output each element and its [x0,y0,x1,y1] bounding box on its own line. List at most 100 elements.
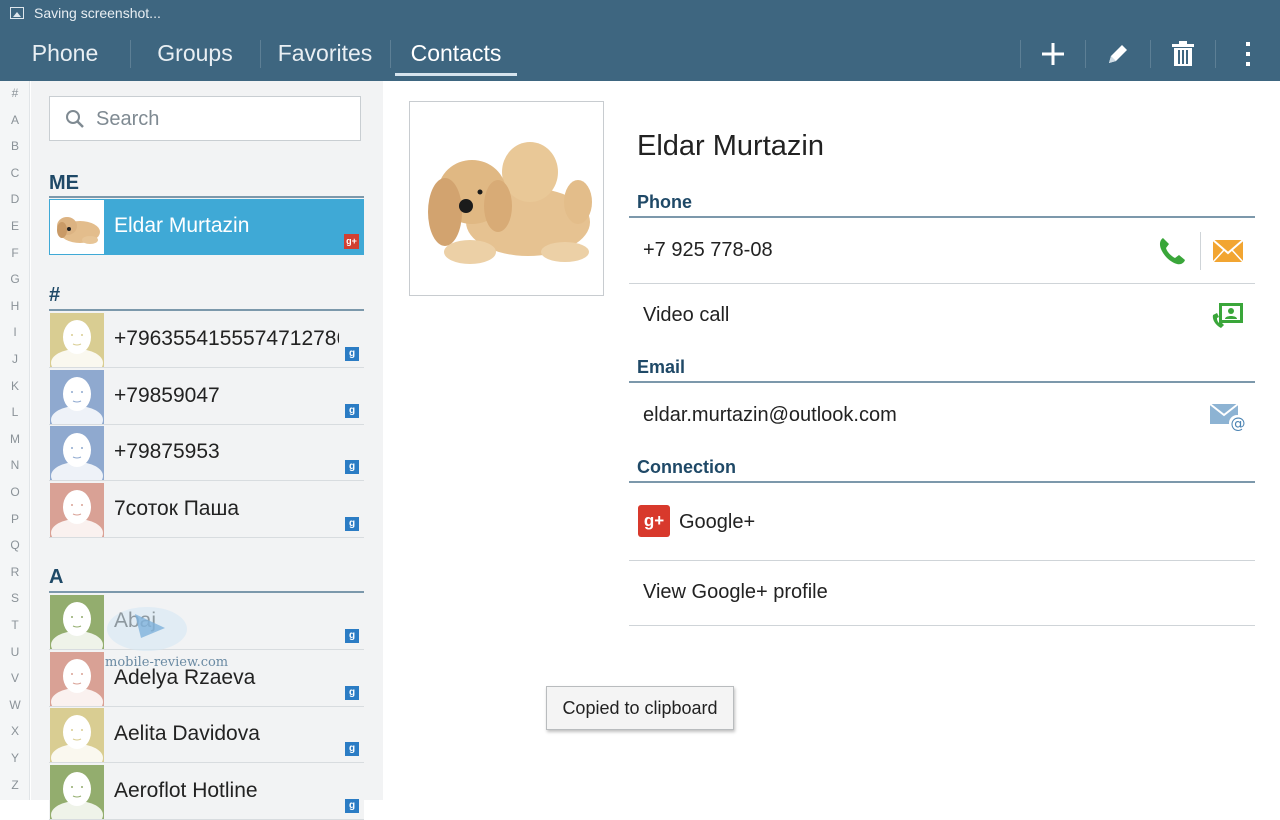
contact-name: +79875953 [114,440,220,463]
tab-divider [390,40,391,68]
alphabet-index-letter[interactable]: S [0,591,30,605]
google-badge-icon: g [345,629,359,643]
email-at-icon: @ [1209,403,1246,433]
screenshot-icon [10,7,24,19]
alphabet-index-letter[interactable]: I [0,325,30,339]
send-email-button[interactable]: @ [1207,397,1249,435]
contact-row[interactable]: 7соток Паша g [49,481,364,538]
email-row[interactable]: eldar.murtazin@outlook.com @ [629,383,1255,449]
alphabet-index-letter[interactable]: P [0,512,30,526]
video-call-button[interactable] [1209,298,1247,334]
contact-avatar [50,369,104,424]
alphabet-index-letter[interactable]: H [0,299,30,313]
tab-bar: Phone Groups Favorites Contacts [0,26,1280,81]
tab-divider [260,40,261,68]
tab-favorites[interactable]: Favorites [262,26,388,81]
google-badge-icon: g [345,685,359,700]
tab-contacts[interactable]: Contacts [395,26,517,81]
tab-phone[interactable]: Phone [0,26,130,81]
trash-icon [1172,40,1194,66]
plus-icon [1042,42,1064,65]
alphabet-index-letter[interactable]: R [0,565,30,579]
phone-number-row[interactable]: +7 925 778-08 [629,218,1255,284]
google-plus-icon: g+ [638,505,670,537]
overflow-menu-button[interactable] [1216,26,1280,81]
default-contact-avatar-icon [50,595,104,649]
section-header-a: A [49,566,64,588]
alphabet-index-letter[interactable]: Z [0,778,30,792]
section-header-hash: # [49,284,61,306]
email-address: eldar.murtazin@outlook.com [643,404,897,426]
alphabet-index-letter[interactable]: C [0,166,30,180]
alphabet-index-letter[interactable]: A [0,113,30,127]
contact-photo[interactable] [409,101,604,296]
puppy-photo-image [428,142,592,264]
contact-row[interactable]: +79859047 g [49,368,364,425]
alphabet-index-letter[interactable]: E [0,219,30,233]
alphabet-index-letter[interactable]: D [0,192,30,206]
alphabet-index-letter[interactable]: O [0,485,30,499]
alphabet-index-letter[interactable]: U [0,645,30,659]
status-text: Saving screenshot... [34,5,161,21]
google-badge-icon: g [345,347,359,361]
status-bar: Saving screenshot... [0,0,1280,26]
alphabet-index-letter[interactable]: Y [0,751,30,765]
default-contact-avatar-icon [50,369,104,424]
alphabet-index-letter[interactable]: # [0,86,30,100]
contact-avatar [50,651,104,706]
contact-row-selected[interactable]: Eldar Murtazin g+ [49,199,364,255]
default-contact-avatar-icon [50,426,104,480]
tab-groups[interactable]: Groups [131,26,259,81]
alphabet-index-letter[interactable]: X [0,724,30,738]
pencil-icon [1109,44,1127,63]
svg-text:@: @ [1231,415,1246,433]
alphabet-index-letter[interactable]: V [0,671,30,685]
call-button[interactable] [1153,232,1191,270]
contact-avatar [50,595,104,649]
edit-contact-button[interactable] [1086,26,1150,81]
alphabet-index-letter[interactable]: W [0,698,30,712]
contact-avatar [50,313,104,367]
google-badge-icon: g [345,516,359,531]
contact-avatar [50,482,104,537]
message-button[interactable] [1209,232,1247,270]
puppy-avatar-image [57,217,100,244]
video-call-row[interactable]: Video call [629,284,1255,348]
contact-row[interactable]: Abajg [49,594,364,650]
contact-name: 7соток Паша [114,496,240,520]
action-divider [1200,232,1201,270]
default-contact-avatar-icon [50,482,104,537]
alphabet-index-letter[interactable]: G [0,272,30,286]
contact-row[interactable]: +79875953 g [49,425,364,481]
alphabet-index-letter[interactable]: K [0,379,30,393]
phone-section-header: Phone [637,192,693,212]
alphabet-index-letter[interactable]: M [0,432,30,446]
alphabet-index-letter[interactable]: L [0,405,30,419]
contact-name: Aelita Davidova [114,722,260,745]
default-contact-avatar-icon [50,708,104,762]
alphabet-index-letter[interactable]: N [0,458,30,472]
contact-row[interactable]: Aelita Davidova g [49,707,364,763]
contact-row[interactable]: +7963554155574712786 g [49,312,364,368]
alphabet-index-letter[interactable]: F [0,246,30,260]
message-envelope-icon [1212,239,1244,263]
section-divider [49,309,364,311]
alphabet-index-letter[interactable]: J [0,352,30,366]
add-contact-button[interactable] [1021,26,1085,81]
alphabet-index-letter[interactable]: T [0,618,30,632]
alphabet-index[interactable]: # A B C D E F G H I J K L M N O P Q R S T U V W X Y Z [0,81,30,800]
contact-name: +79859047 [114,383,220,407]
google-plus-row[interactable]: g+ Google+ [629,483,1255,561]
alphabet-index-letter[interactable]: Q [0,538,30,552]
section-divider [49,591,364,593]
default-contact-avatar-icon [50,651,104,706]
google-badge-icon: g [345,742,359,756]
delete-contact-button[interactable] [1151,26,1215,81]
contact-detail-name: Eldar Murtazin [637,130,824,162]
contact-row[interactable]: Aeroflot Hotline g [49,763,364,820]
search-icon [66,110,84,128]
alphabet-index-letter[interactable]: B [0,139,30,153]
overflow-menu-icon [1246,41,1250,66]
view-google-plus-profile-row[interactable]: View Google+ profile [629,561,1255,626]
search-input[interactable]: Search [49,96,361,141]
